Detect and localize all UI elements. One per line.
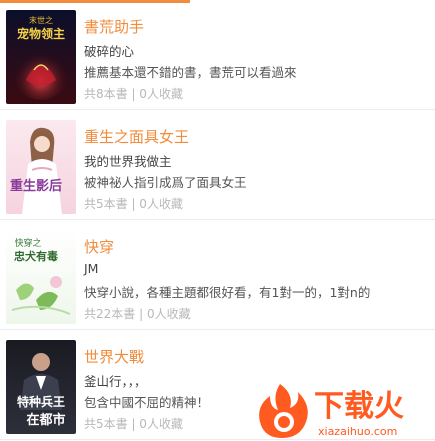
collection-stats: 共22本書 | 0人收藏 (84, 307, 191, 321)
cover-text: 末世之 (29, 15, 53, 25)
cover-art-0: 末世之 宠物领主 (6, 10, 76, 104)
collection-description: 包含中國不屈的精神！ (84, 395, 210, 410)
watermark-brand: 下载火 (314, 389, 404, 424)
cover-text: 在都市 (26, 412, 65, 428)
list-item[interactable]: 末世之 宠物领主 書荒助手 破碎的心 推薦基本還不錯的書，書荒可以看過來 共8本… (0, 0, 435, 110)
cover-text: 重生影后 (10, 178, 62, 194)
collection-author: 釜山行，，， (84, 374, 147, 389)
watermark-svg: 下载火 xiazaihuo.com (259, 384, 404, 438)
collection-title[interactable]: 書荒助手 (84, 16, 144, 37)
collection-author: JM (84, 261, 99, 276)
collection-author: 我的世界我做主 (84, 154, 172, 169)
collection-stats: 共5本書 | 0人收藏 (84, 197, 183, 211)
collection-description: 快穿小說，各種主題都很好看，有1對一的，1對n的 (84, 285, 371, 300)
cover-text: 宠物领主 (17, 26, 65, 41)
cover-art-2: 快穿之 忠犬有毒 (6, 230, 76, 324)
watermark-url: xiazaihuo.com (318, 425, 397, 438)
cover-text: 特种兵王 (17, 394, 65, 409)
cover-text: 忠犬有毒 (14, 249, 58, 263)
collection-stats: 共8本書 | 0人收藏 (84, 87, 183, 101)
book-cover[interactable]: 特种兵王 在都市 (6, 340, 76, 434)
collection-author: 破碎的心 (84, 44, 135, 59)
cover-text: 快穿之 (14, 237, 41, 249)
list-item[interactable]: 重生影后 重生之面具女王 我的世界我做主 被神祕人指引成爲了面具女王 共5本書 … (0, 110, 435, 220)
book-cover[interactable]: 重生影后 (6, 120, 76, 214)
collection-title[interactable]: 世界大戰 (84, 346, 144, 367)
cover-art-3: 特种兵王 在都市 (6, 340, 76, 434)
book-cover[interactable]: 末世之 宠物领主 (6, 10, 76, 104)
collection-title[interactable]: 快穿 (84, 236, 114, 257)
collection-title[interactable]: 重生之面具女王 (84, 126, 189, 147)
collection-description: 被神祕人指引成爲了面具女王 (84, 175, 247, 190)
list-item[interactable]: 快穿之 忠犬有毒 快穿 JM 快穿小說，各種主題都很好看，有1對一的，1對n的 … (0, 220, 435, 330)
collection-description: 推薦基本還不錯的書，書荒可以看過來 (84, 65, 297, 80)
book-list: 末世之 宠物领主 書荒助手 破碎的心 推薦基本還不錯的書，書荒可以看過來 共8本… (0, 0, 435, 440)
collection-stats: 共5本書 | 0人收藏 (84, 417, 183, 431)
book-cover[interactable]: 快穿之 忠犬有毒 (6, 230, 76, 324)
cover-art-1: 重生影后 (6, 120, 76, 214)
watermark-logo: 下载火 xiazaihuo.com (254, 378, 435, 441)
